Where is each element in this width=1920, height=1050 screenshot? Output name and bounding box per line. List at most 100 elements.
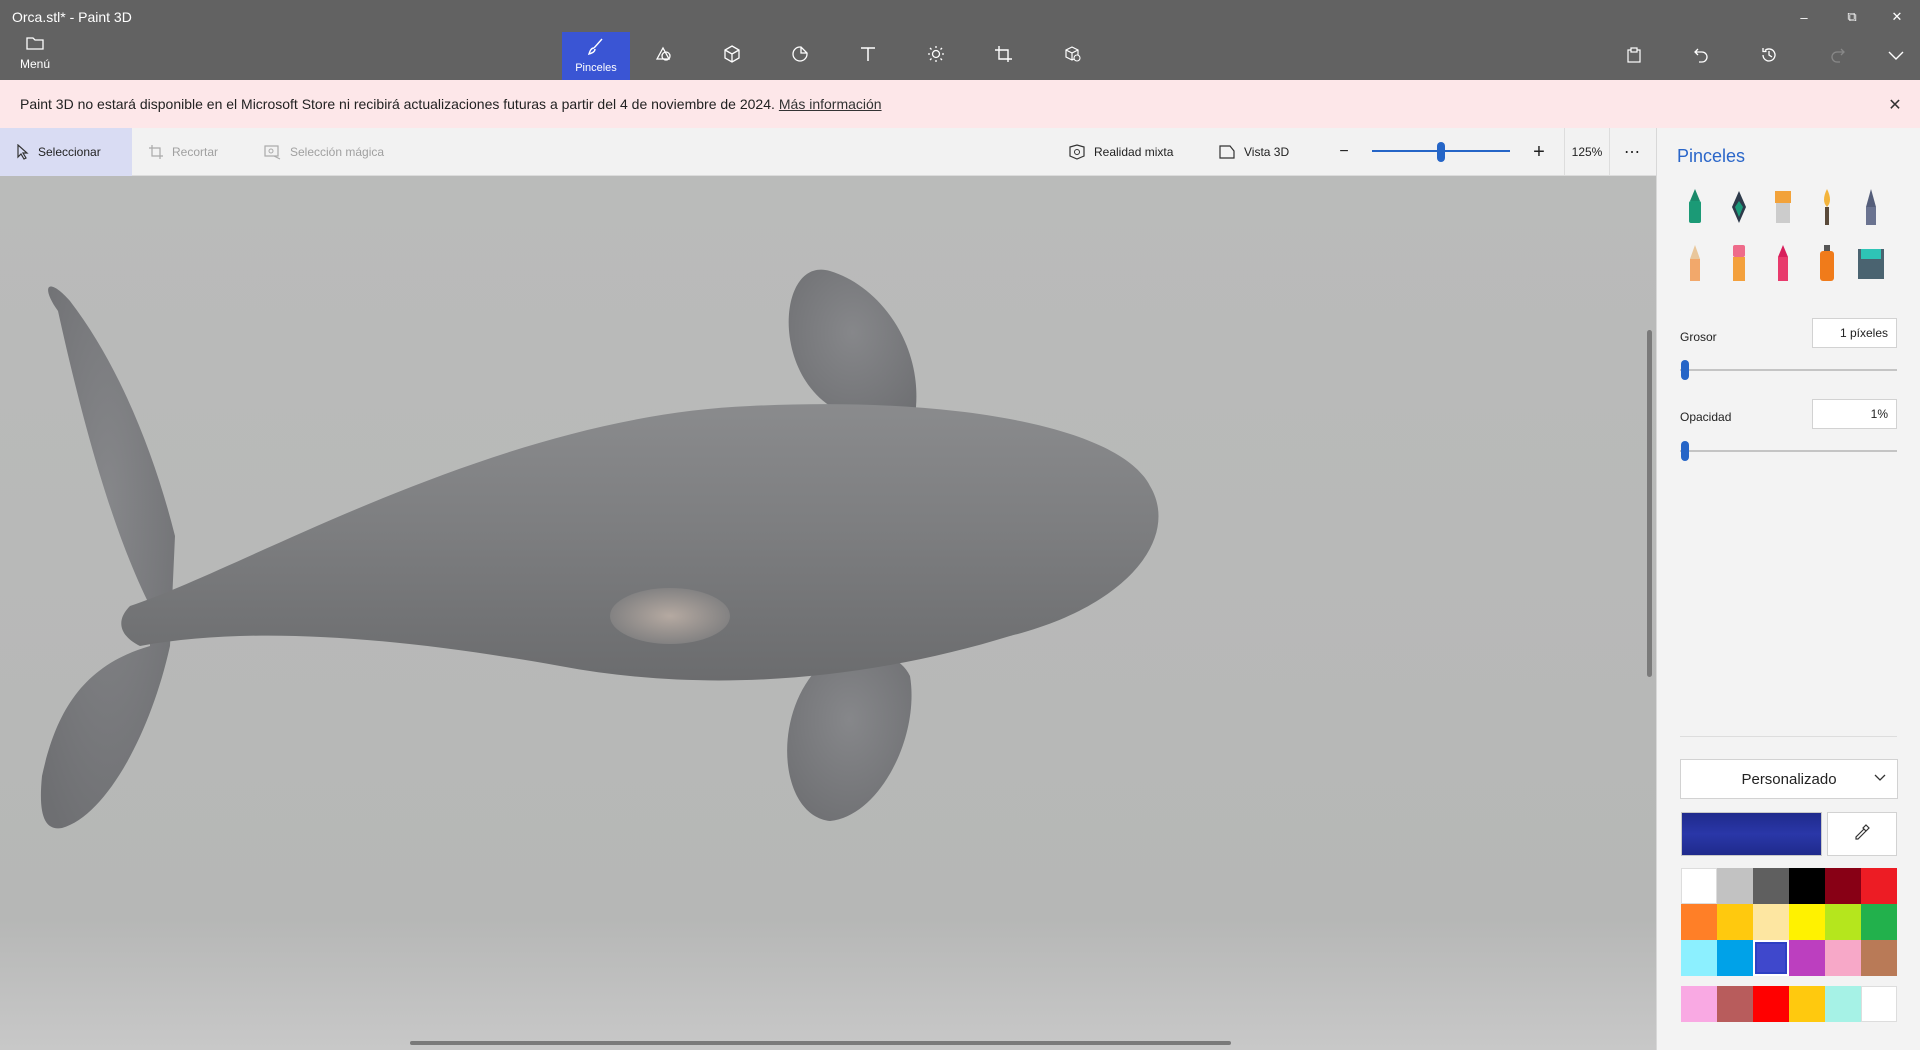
chevron-down-icon (1888, 47, 1904, 68)
color-swatch[interactable] (1681, 940, 1717, 976)
brush-pixel-pen[interactable] (1853, 188, 1889, 230)
redo-icon (1830, 47, 1846, 68)
color-swatch[interactable] (1753, 986, 1789, 1022)
color-swatch[interactable] (1717, 868, 1753, 904)
eyedropper-button[interactable] (1827, 812, 1897, 856)
thickness-slider-thumb[interactable] (1681, 360, 1689, 380)
secondary-toolbar: Seleccionar Recortar Selección mágica Re… (0, 128, 1656, 176)
magic-select-button[interactable]: Selección mágica (264, 128, 384, 176)
color-swatch[interactable] (1861, 904, 1897, 940)
brush-crayon[interactable] (1765, 244, 1801, 286)
canvas-3d-view[interactable] (0, 176, 1656, 1050)
paste-icon (1626, 46, 1642, 68)
select-label: Seleccionar (38, 145, 101, 159)
mixed-reality-label: Realidad mixta (1094, 145, 1174, 159)
color-swatch[interactable] (1825, 986, 1861, 1022)
brush-spraycan[interactable] (1809, 244, 1845, 286)
color-swatch[interactable] (1825, 868, 1861, 904)
undo-button[interactable] (1686, 42, 1716, 72)
tool-3d-shapes[interactable] (698, 32, 766, 80)
tool-stickers[interactable] (766, 32, 834, 80)
thickness-input[interactable]: 1 píxeles (1812, 318, 1897, 348)
color-swatch[interactable] (1789, 940, 1825, 976)
zoom-out-button[interactable]: − (1334, 128, 1354, 176)
brush-calligraphy-pen[interactable] (1721, 188, 1757, 230)
tool-effects[interactable] (902, 32, 970, 80)
select-button[interactable]: Seleccionar (0, 128, 132, 176)
2d-shapes-icon (654, 45, 674, 68)
expand-button[interactable] (1881, 42, 1911, 72)
pencil-icon (1682, 243, 1708, 288)
minimize-button[interactable]: – (1787, 4, 1821, 30)
menu-button[interactable]: Menú (10, 36, 60, 76)
menu-label: Menú (19, 57, 51, 71)
zoom-level[interactable]: 125% (1564, 128, 1610, 176)
opacity-input[interactable]: 1% (1812, 399, 1897, 429)
brush-oil[interactable] (1765, 188, 1801, 230)
opacity-slider-thumb[interactable] (1681, 441, 1689, 461)
spraycan-icon (1814, 243, 1840, 288)
color-swatch[interactable] (1789, 868, 1825, 904)
more-options-button[interactable]: ⋯ (1620, 128, 1644, 176)
color-swatch[interactable] (1717, 904, 1753, 940)
thickness-slider-track[interactable] (1680, 369, 1897, 371)
palette-dropdown[interactable]: Personalizado (1680, 759, 1898, 799)
color-swatch[interactable] (1825, 904, 1861, 940)
color-swatch[interactable] (1681, 904, 1717, 940)
zoom-in-button[interactable]: + (1529, 128, 1549, 176)
history-button[interactable] (1754, 42, 1784, 72)
brush-fill[interactable] (1853, 244, 1889, 286)
view-3d-icon (1218, 144, 1236, 160)
color-swatch[interactable] (1789, 904, 1825, 940)
color-swatch[interactable] (1825, 940, 1861, 976)
brush-eraser[interactable] (1721, 244, 1757, 286)
tool-3d-library[interactable] (1038, 32, 1106, 80)
history-icon (1761, 47, 1777, 68)
color-swatch[interactable] (1861, 940, 1897, 976)
color-swatch[interactable] (1753, 940, 1789, 976)
tool-brushes-label: Pinceles (575, 62, 617, 74)
close-button[interactable]: ✕ (1880, 4, 1914, 30)
zoom-slider-thumb[interactable] (1437, 142, 1445, 162)
crayon-icon (1770, 243, 1796, 288)
view-3d-button[interactable]: Vista 3D (1218, 128, 1289, 176)
cursor-icon (16, 144, 30, 160)
color-swatch[interactable] (1753, 904, 1789, 940)
opacity-slider-track[interactable] (1680, 450, 1897, 452)
color-swatch[interactable] (1753, 868, 1789, 904)
color-swatch[interactable] (1717, 940, 1753, 976)
sun-icon (926, 45, 946, 68)
vertical-scrollbar[interactable] (1647, 330, 1652, 677)
mixed-reality-button[interactable]: Realidad mixta (1068, 128, 1173, 176)
color-swatch[interactable] (1789, 986, 1825, 1022)
color-swatch[interactable] (1681, 868, 1717, 904)
color-swatch[interactable] (1861, 986, 1897, 1022)
notice-close-button[interactable]: ✕ (1884, 94, 1906, 116)
panel-divider (1680, 736, 1897, 737)
panel-title: Pinceles (1677, 146, 1746, 166)
color-swatch[interactable] (1681, 986, 1717, 1022)
chevron-down-icon (1873, 770, 1887, 788)
thickness-label: Grosor (1680, 330, 1717, 344)
brush-marker[interactable] (1677, 188, 1713, 230)
brush-watercolor[interactable] (1809, 188, 1845, 230)
tool-text[interactable] (834, 32, 902, 80)
current-color[interactable] (1681, 812, 1822, 856)
crop-button[interactable]: Recortar (148, 128, 218, 176)
color-swatch[interactable] (1861, 868, 1897, 904)
more-info-link[interactable]: Más información (779, 96, 882, 112)
orca-3d-model[interactable] (0, 176, 1656, 1050)
paste-button[interactable] (1619, 42, 1649, 72)
brush-pencil[interactable] (1677, 244, 1713, 286)
maximize-button[interactable]: ⧉ (1835, 4, 1869, 30)
sticker-icon (790, 45, 810, 68)
brushes-panel: Pinceles Grosor 1 píxeles Opacidad 1% Pe… (1656, 128, 1920, 1050)
color-swatch[interactable] (1717, 986, 1753, 1022)
horizontal-scrollbar[interactable] (410, 1041, 1231, 1045)
tool-canvas[interactable] (970, 32, 1038, 80)
redo-button[interactable] (1823, 42, 1853, 72)
crop-label: Recortar (172, 145, 219, 159)
tool-brushes[interactable]: Pinceles (562, 32, 630, 80)
tool-2d-shapes[interactable] (630, 32, 698, 80)
top-toolbar: Orca.stl* - Paint 3D – ⧉ ✕ Menú Pinceles (0, 0, 1920, 80)
